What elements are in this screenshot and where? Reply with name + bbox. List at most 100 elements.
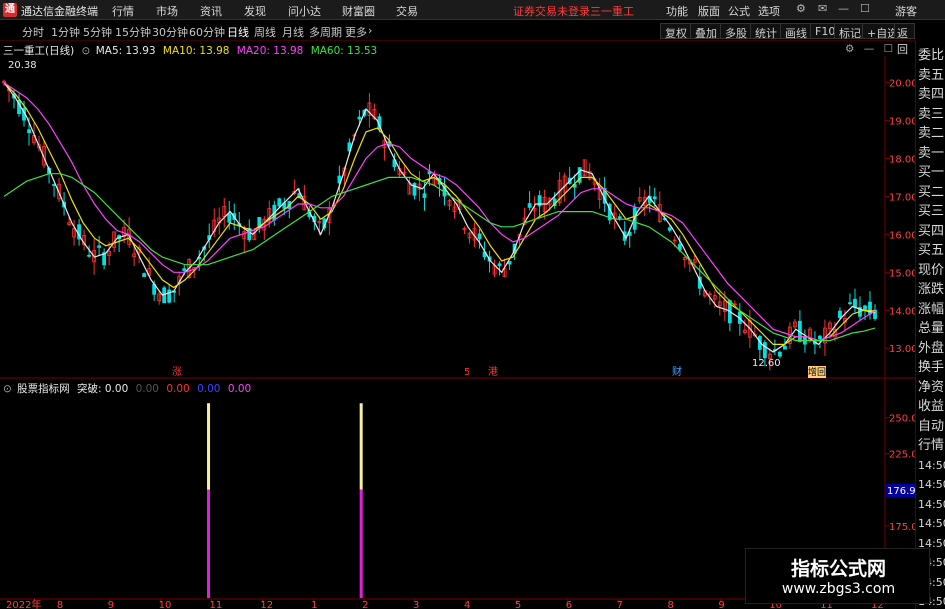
- event-marker-rise[interactable]: 涨: [172, 366, 182, 378]
- side-panel-item[interactable]: 买三: [918, 203, 945, 220]
- menu-formula[interactable]: 公式: [728, 3, 750, 19]
- side-panel-item[interactable]: 卖一: [918, 145, 945, 162]
- candle-body: [182, 268, 187, 271]
- x-tick-label: 9: [108, 600, 114, 609]
- top-menu-bar: 通 通达信金融终端 行情 市场 资讯 发现 问小达 财富圈 交易 证券交易未登录…: [0, 0, 945, 20]
- candle-body: [652, 196, 657, 200]
- x-tick-label: 5: [515, 600, 521, 609]
- side-panel-item[interactable]: 14:50: [918, 457, 945, 474]
- sub-y-tick-label: 225.0: [889, 450, 915, 461]
- app-title: 通达信金融终端: [21, 5, 98, 18]
- event-marker-hk[interactable]: 港: [488, 366, 498, 378]
- x-tick-label: 1: [311, 600, 317, 609]
- period-intraday[interactable]: 分时: [22, 24, 44, 40]
- ma-line-ma20: [3, 82, 876, 342]
- side-panel-item[interactable]: 卖五: [918, 67, 945, 84]
- guest-label[interactable]: 游客: [895, 3, 917, 19]
- period-weekly[interactable]: 周线: [254, 24, 276, 40]
- side-panel-item[interactable]: 14:50: [918, 476, 945, 493]
- menu-news[interactable]: 资讯: [200, 3, 222, 19]
- minimize-icon[interactable]: —: [838, 2, 849, 15]
- candle-body: [87, 254, 91, 257]
- more-chevron-icon[interactable]: ›: [368, 24, 372, 37]
- quote-side-panel: 委比卖五卖四卖三卖二卖一买一买二买三买四买五现价涨跌涨幅总量外盘换手净资收益自动…: [915, 41, 945, 609]
- event-marker-finance[interactable]: 财: [672, 365, 682, 378]
- y-tick-label: 14.00: [889, 306, 915, 317]
- draw-button[interactable]: 画线: [780, 23, 812, 40]
- overlay-button[interactable]: 叠加: [690, 23, 722, 40]
- side-panel-item[interactable]: 买二: [918, 184, 945, 201]
- side-panel-item[interactable]: 卖四: [918, 86, 945, 103]
- period-monthly[interactable]: 月线: [282, 24, 304, 40]
- side-panel-item[interactable]: 卖二: [918, 125, 945, 142]
- menu-quotes[interactable]: 行情: [112, 3, 134, 19]
- side-panel-item[interactable]: 14:50: [918, 496, 945, 513]
- sub-y-tick-label: 250.0: [889, 414, 915, 425]
- watermark: 指标公式网 www.zbgs3.com: [745, 548, 930, 604]
- ma-lines: [3, 82, 876, 353]
- y-tick-label: 20.00: [889, 79, 915, 90]
- candle-body: [818, 335, 822, 339]
- y-tick-label: 15.00: [889, 268, 915, 279]
- period-multi[interactable]: 多周期: [309, 24, 342, 40]
- y-tick-label: 16.00: [889, 230, 915, 241]
- menu-trade[interactable]: 交易: [396, 3, 418, 19]
- candle-body: [667, 227, 672, 231]
- period-15min[interactable]: 15分钟: [115, 24, 151, 40]
- candle-body: [477, 233, 482, 240]
- menu-function[interactable]: 功能: [666, 3, 688, 19]
- side-panel-item[interactable]: 买五: [918, 242, 945, 259]
- settings-icon[interactable]: ⚙: [796, 2, 806, 15]
- candle-body: [357, 116, 362, 120]
- menu-layout[interactable]: 版面: [698, 3, 720, 19]
- event-marker-5[interactable]: 5: [464, 367, 470, 378]
- login-warning[interactable]: 证券交易未登录: [513, 3, 590, 19]
- candle-body: [422, 193, 427, 198]
- side-panel-item[interactable]: 卖三: [918, 106, 945, 123]
- menu-ask[interactable]: 问小达: [288, 3, 321, 19]
- candle-body: [838, 310, 842, 319]
- stats-button[interactable]: 统计: [750, 23, 782, 40]
- side-panel-item[interactable]: 涨幅: [918, 301, 945, 318]
- high-price-label: 20.38: [8, 60, 37, 71]
- low-price-label: 12.60: [752, 358, 781, 369]
- period-1min[interactable]: 1分钟: [51, 24, 80, 40]
- restore-icon[interactable]: ☐: [860, 2, 870, 15]
- side-panel-item[interactable]: 现价: [918, 262, 945, 279]
- side-panel-item[interactable]: 收益: [918, 398, 945, 415]
- candle-body: [527, 203, 532, 208]
- side-panel-item[interactable]: 委比: [918, 47, 945, 64]
- side-panel-item[interactable]: 买一: [918, 164, 945, 181]
- period-more[interactable]: 更多: [345, 24, 367, 40]
- period-daily[interactable]: 日线: [227, 24, 249, 40]
- menu-discover[interactable]: 发现: [244, 3, 266, 19]
- side-panel-item[interactable]: 总量: [918, 320, 945, 337]
- period-5min[interactable]: 5分钟: [83, 24, 112, 40]
- sub-y-tick-label: 175.0: [889, 522, 915, 533]
- side-panel-item[interactable]: 涨跌: [918, 281, 945, 298]
- candle-body: [497, 263, 502, 267]
- side-panel-item[interactable]: 自动: [918, 418, 945, 435]
- side-panel-item[interactable]: 换手: [918, 359, 945, 376]
- back-button[interactable]: 返回: [894, 23, 915, 56]
- side-panel-item[interactable]: 14:50: [918, 515, 945, 532]
- price-chart[interactable]: 20.00 19.00 18.00 17.00 16.00 15.00 14.00 13.00…: [0, 41, 915, 609]
- main-y-axis: 20.00 19.00 18.00 17.00 16.00 15.00 14.00 13.00: [885, 79, 915, 355]
- menu-wealth[interactable]: 财富圈: [342, 3, 375, 19]
- side-panel-item[interactable]: 行情: [918, 437, 945, 454]
- restore-rights-button[interactable]: 复权: [660, 23, 692, 40]
- side-panel-item[interactable]: 净资: [918, 379, 945, 396]
- side-panel-item[interactable]: 买四: [918, 223, 945, 240]
- menu-options[interactable]: 选项: [758, 3, 780, 19]
- period-60min[interactable]: 60分钟: [189, 24, 225, 40]
- multi-stock-button[interactable]: 多股: [720, 23, 752, 40]
- event-marker-buyback[interactable]: 增回: [808, 366, 826, 378]
- stock-name: 三一重工: [590, 5, 634, 18]
- candle-body: [777, 351, 782, 357]
- side-panel-item[interactable]: 外盘: [918, 340, 945, 357]
- menu-market[interactable]: 市场: [156, 3, 178, 19]
- mail-icon[interactable]: ✉: [818, 2, 827, 15]
- x-tick-label: 3: [413, 600, 419, 609]
- period-30min[interactable]: 30分钟: [152, 24, 188, 40]
- x-tick-label: 10: [159, 600, 172, 609]
